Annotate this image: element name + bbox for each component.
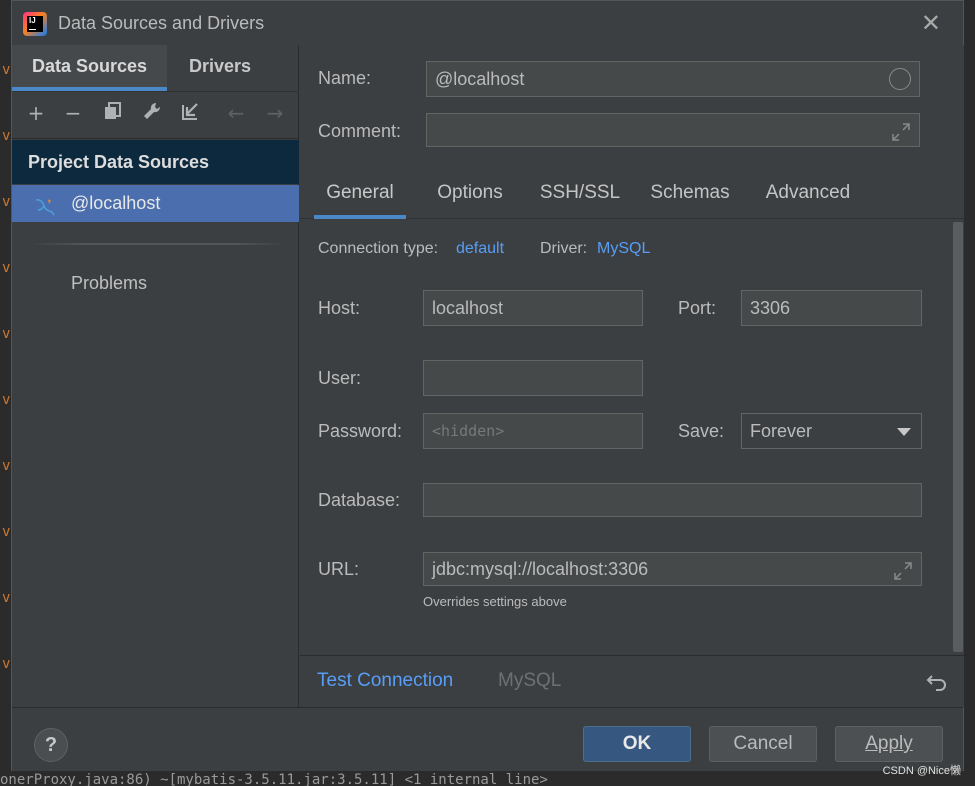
intellij-logo-icon: IJ xyxy=(23,12,47,36)
save-select[interactable]: Forever xyxy=(741,413,922,449)
tab-schemas[interactable]: Schemas xyxy=(638,175,742,219)
tab-data-sources[interactable]: Data Sources xyxy=(12,45,167,91)
problems-item[interactable]: Problems xyxy=(71,273,147,294)
ok-button[interactable]: OK xyxy=(583,726,691,762)
name-field[interactable]: @localhost xyxy=(426,61,920,97)
separator xyxy=(32,243,285,245)
test-connection-link[interactable]: Test Connection xyxy=(317,670,453,692)
password-label: Password: xyxy=(318,421,403,441)
editor-console-line: onerProxy.java:86) ~[mybatis-3.5.11.jar:… xyxy=(0,770,975,786)
user-label: User: xyxy=(318,368,362,388)
apply-button[interactable]: Apply xyxy=(835,726,943,762)
scrollbar-thumb[interactable] xyxy=(953,222,963,652)
left-tab-bar: Data Sources Drivers xyxy=(12,45,298,91)
data-source-item-localhost[interactable]: @localhost xyxy=(12,185,299,222)
driver-footer-label: MySQL xyxy=(498,670,562,691)
back-arrow-icon[interactable]: ← xyxy=(224,101,248,125)
vertical-scrollbar[interactable] xyxy=(952,220,964,655)
chevron-down-icon xyxy=(897,428,911,436)
gutter-mark: v xyxy=(2,260,11,276)
mysql-dolphin-icon xyxy=(34,193,56,216)
project-data-sources-header: Project Data Sources xyxy=(12,140,299,184)
settings-tab-bar: General Options SSH/SSL Schemas Advanced xyxy=(300,175,964,219)
connection-type-label: Connection type: xyxy=(318,240,439,257)
undo-icon[interactable] xyxy=(926,670,948,692)
url-value: jdbc:mysql://localhost:3306 xyxy=(432,559,649,579)
host-field[interactable]: localhost xyxy=(423,290,643,326)
gutter-mark: v xyxy=(2,62,11,78)
driver-label: Driver: xyxy=(540,240,588,257)
comment-label: Comment: xyxy=(318,121,402,141)
gutter-mark: v xyxy=(2,392,11,408)
expand-icon[interactable] xyxy=(891,120,911,141)
remove-icon[interactable]: − xyxy=(61,101,85,125)
expand-icon[interactable] xyxy=(893,559,913,580)
connection-type-link[interactable]: default xyxy=(456,240,504,258)
window-title: Data Sources and Drivers xyxy=(58,13,265,33)
color-circle-icon[interactable] xyxy=(889,68,911,90)
console-text: onerProxy.java:86) ~[mybatis-3.5.11.jar:… xyxy=(0,772,548,786)
gutter-mark: v xyxy=(2,590,11,606)
gutter-mark: v xyxy=(2,326,11,342)
gutter-mark: v xyxy=(2,194,11,210)
help-button[interactable]: ? xyxy=(34,728,68,762)
duplicate-icon[interactable] xyxy=(101,101,125,125)
tab-options[interactable]: Options xyxy=(420,175,520,219)
tab-advanced[interactable]: Advanced xyxy=(752,175,864,219)
driver-link[interactable]: MySQL xyxy=(597,240,650,258)
save-label: Save: xyxy=(678,421,725,441)
password-field[interactable]: <hidden> xyxy=(423,413,643,449)
comment-field[interactable] xyxy=(426,113,920,147)
data-source-label: @localhost xyxy=(71,193,161,213)
gutter-mark: v xyxy=(2,458,11,474)
url-label: URL: xyxy=(318,559,360,579)
host-label: Host: xyxy=(318,298,361,318)
title-bar: IJ Data Sources and Drivers ✕ xyxy=(12,1,963,45)
wrench-icon[interactable] xyxy=(140,101,164,125)
left-toolbar: + − ← → xyxy=(12,91,299,139)
add-icon[interactable]: + xyxy=(24,101,48,125)
tab-general[interactable]: General xyxy=(314,175,406,219)
save-select-value: Forever xyxy=(750,421,813,441)
left-panel: Data Sources Drivers + − ← → Project Dat… xyxy=(12,45,299,707)
gutter-mark: v xyxy=(2,656,11,672)
import-icon[interactable] xyxy=(179,101,203,125)
port-field[interactable]: 3306 xyxy=(741,290,922,326)
user-field[interactable] xyxy=(423,360,643,396)
url-note: Overrides settings above xyxy=(423,594,567,609)
general-settings: Connection type: default Driver: MySQL H… xyxy=(300,220,952,655)
close-icon[interactable]: ✕ xyxy=(921,9,941,37)
gutter-mark: v xyxy=(2,524,11,540)
data-sources-dialog: IJ Data Sources and Drivers ✕ Data Sourc… xyxy=(11,0,964,771)
right-panel: Name: @localhost Comment: General Option… xyxy=(300,45,964,707)
database-field[interactable] xyxy=(423,483,922,517)
gutter-mark: v xyxy=(2,128,11,144)
cancel-button[interactable]: Cancel xyxy=(709,726,817,762)
name-value: @localhost xyxy=(435,69,525,89)
port-label: Port: xyxy=(678,298,717,318)
dialog-button-bar: ? OK Cancel Apply xyxy=(12,707,963,771)
apply-label: Apply xyxy=(865,733,913,754)
url-field[interactable]: jdbc:mysql://localhost:3306 xyxy=(423,552,922,586)
name-label: Name: xyxy=(318,68,372,88)
database-label: Database: xyxy=(318,490,401,510)
forward-arrow-icon[interactable]: → xyxy=(263,101,287,125)
tab-ssh-ssl[interactable]: SSH/SSL xyxy=(530,175,630,219)
tab-drivers[interactable]: Drivers xyxy=(167,45,273,91)
watermark: CSDN @Nice懒 xyxy=(882,765,961,777)
connection-footer: Test Connection MySQL xyxy=(300,655,964,707)
